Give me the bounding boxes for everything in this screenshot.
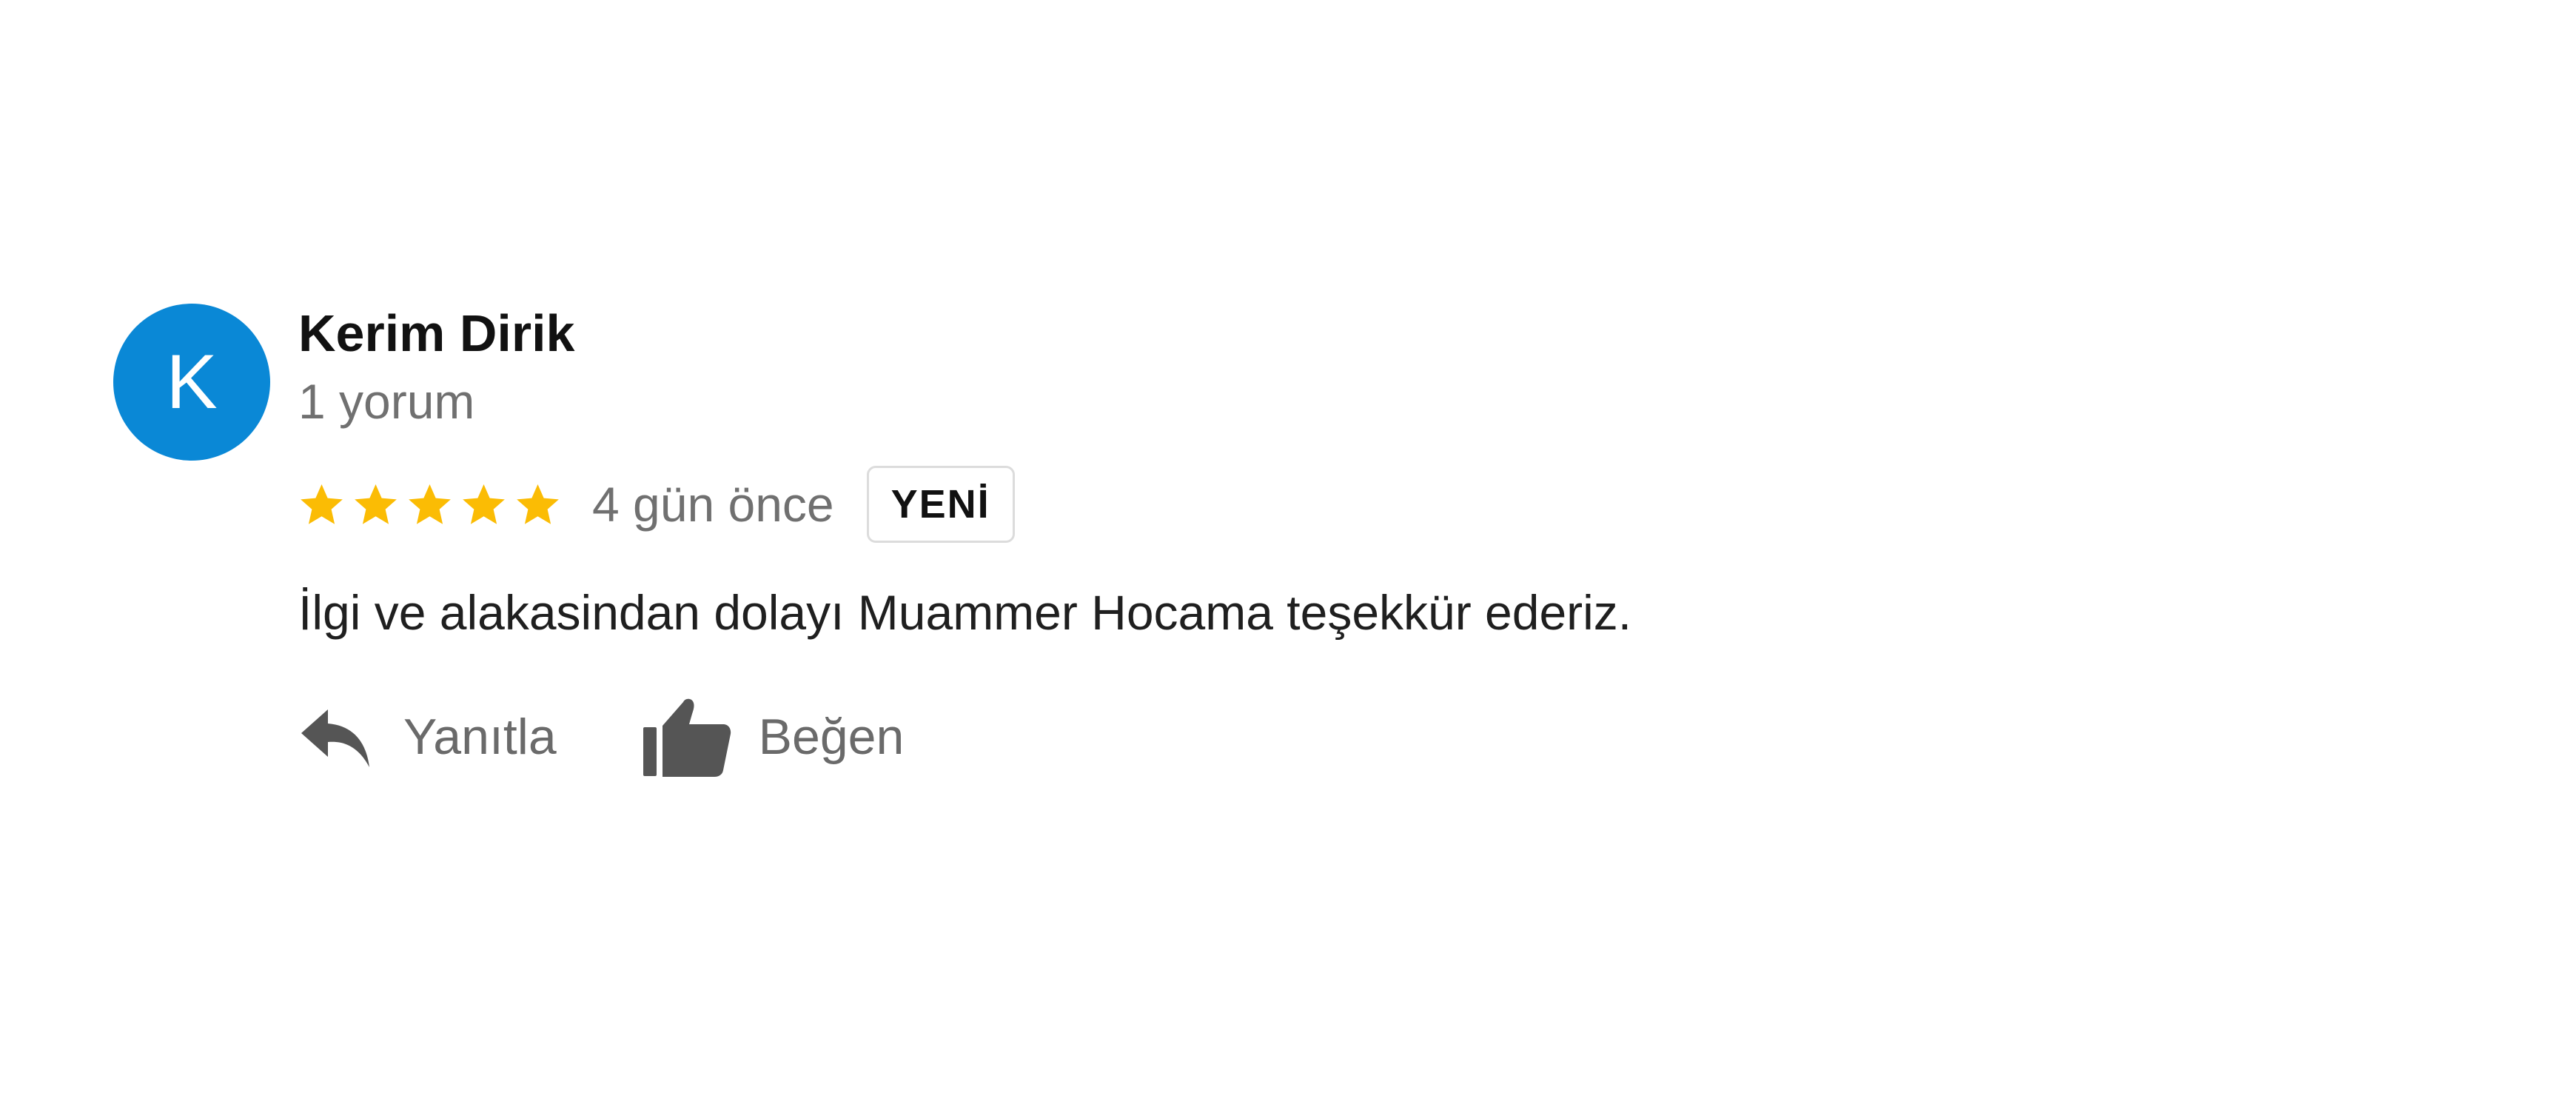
thumbs-up-icon <box>643 698 731 777</box>
author-name[interactable]: Kerim Dirik <box>298 300 574 367</box>
like-button[interactable]: Beğen <box>642 696 905 778</box>
avatar[interactable]: K <box>113 304 270 461</box>
review-card: K Kerim Dirik 1 yorum 4 gün önce YENİ İl… <box>0 0 2576 1096</box>
star-icon <box>355 484 397 524</box>
reply-label: Yanıtla <box>403 709 557 765</box>
star-icon <box>301 484 343 524</box>
review-date: 4 gün önce <box>592 477 834 532</box>
reply-icon <box>301 709 369 767</box>
like-label: Beğen <box>758 709 905 765</box>
reply-button[interactable]: Yanıtla <box>298 704 557 770</box>
author-review-count: 1 yorum <box>298 374 475 429</box>
review-text: İlgi ve alakasindan dolayı Muammer Hocam… <box>298 585 1632 640</box>
rating-row: 4 gün önce YENİ <box>298 464 1015 545</box>
new-badge: YENİ <box>866 466 1015 543</box>
star-rating <box>298 481 561 528</box>
star-icon <box>409 484 451 524</box>
review-actions: Yanıtla Beğen <box>298 681 904 792</box>
star-icon <box>463 484 505 524</box>
star-icon <box>517 484 559 524</box>
